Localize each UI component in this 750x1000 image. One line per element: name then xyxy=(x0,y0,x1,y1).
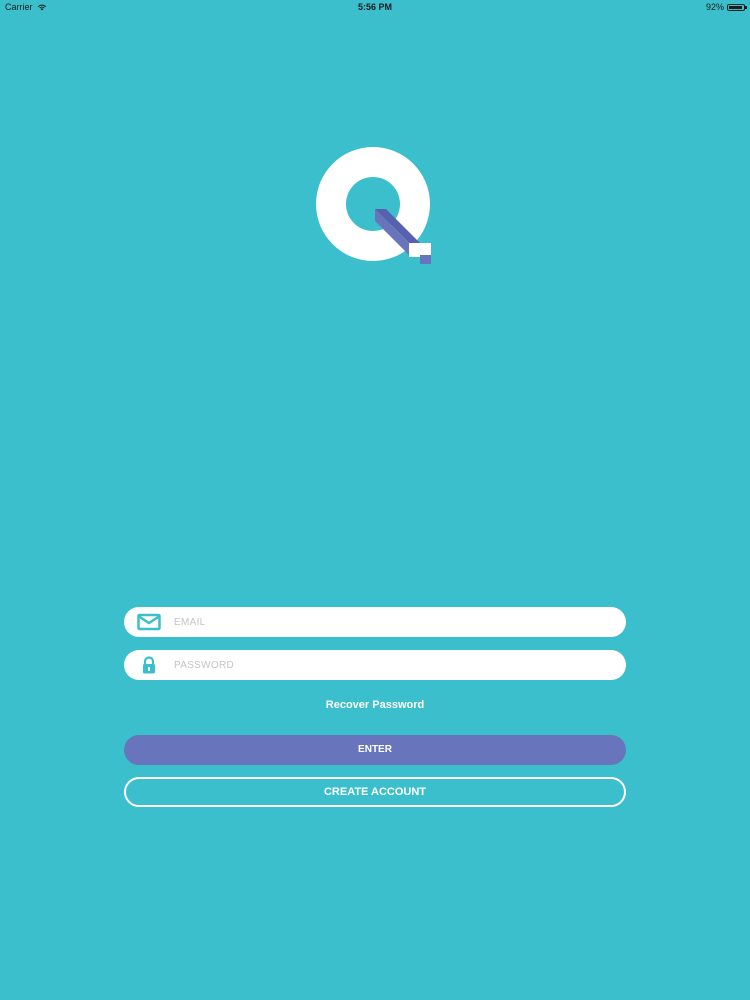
battery-percent: 92% xyxy=(705,2,724,12)
lock-icon xyxy=(143,656,155,674)
email-field[interactable] xyxy=(124,607,626,637)
recover-password-link[interactable]: Recover Password xyxy=(124,699,626,711)
q-logo-icon xyxy=(316,147,431,264)
status-bar: Carrier 5:56 PM 92% xyxy=(0,0,750,16)
email-input[interactable] xyxy=(174,607,614,637)
envelope-icon xyxy=(137,613,161,631)
create-account-button[interactable]: CREATE ACCOUNT xyxy=(124,777,626,807)
status-right: 92% xyxy=(705,0,747,15)
password-input[interactable] xyxy=(174,650,614,680)
enter-button[interactable]: ENTER xyxy=(124,735,626,765)
logo-bar-front-notch xyxy=(420,255,431,264)
password-field[interactable] xyxy=(124,650,626,680)
status-time: 5:56 PM xyxy=(357,2,392,12)
battery-icon xyxy=(727,4,747,11)
logo-bar-front xyxy=(409,243,431,257)
battery-cap xyxy=(745,6,747,9)
battery-level xyxy=(729,6,742,9)
